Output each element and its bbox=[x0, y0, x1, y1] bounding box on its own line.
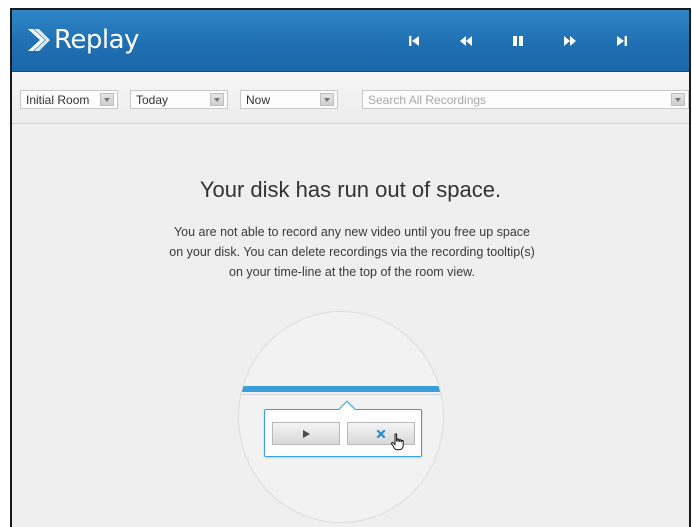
pause-button[interactable] bbox=[492, 28, 544, 54]
fast-forward-button[interactable] bbox=[544, 28, 596, 54]
chevron-down-icon bbox=[100, 93, 114, 106]
search-recordings bbox=[362, 90, 689, 109]
play-icon bbox=[303, 429, 310, 438]
pause-icon bbox=[513, 36, 523, 46]
room-select[interactable]: Initial Room bbox=[20, 90, 118, 109]
chevron-down-icon[interactable] bbox=[671, 93, 685, 106]
fast-forward-icon bbox=[564, 36, 576, 46]
time-select[interactable]: Now bbox=[240, 90, 338, 109]
chevron-down-icon bbox=[320, 93, 334, 106]
disk-full-message: You are not able to record any new video… bbox=[132, 222, 572, 282]
close-icon bbox=[376, 429, 386, 438]
room-select-value: Initial Room bbox=[26, 92, 90, 107]
search-input[interactable] bbox=[363, 91, 671, 108]
rewind-icon bbox=[460, 36, 472, 46]
date-select[interactable]: Today bbox=[130, 90, 228, 109]
app-header: Replay bbox=[12, 10, 689, 72]
app-window: Replay Initial Room Today Now Search All… bbox=[10, 8, 691, 527]
app-logo[interactable]: Replay bbox=[28, 23, 139, 57]
replay-logo-icon bbox=[28, 27, 50, 53]
chevron-down-icon bbox=[210, 93, 224, 106]
message-line: on your time-line at the top of the room… bbox=[229, 265, 475, 279]
page-title: Your disk has run out of space. bbox=[199, 177, 502, 202]
filter-toolbar: Initial Room Today Now bbox=[12, 72, 689, 124]
skip-back-button[interactable] bbox=[388, 28, 440, 54]
app-name: Replay bbox=[54, 25, 139, 55]
message-line: on your disk. You can delete recordings … bbox=[169, 245, 535, 259]
time-select-value: Now bbox=[246, 92, 271, 107]
playback-controls bbox=[388, 28, 648, 54]
play-recording-button bbox=[272, 422, 340, 445]
hand-pointer-icon bbox=[390, 433, 406, 456]
skip-back-icon bbox=[409, 36, 419, 46]
date-select-value: Today bbox=[136, 92, 169, 107]
skip-forward-button[interactable] bbox=[596, 28, 648, 54]
timeline-divider bbox=[239, 394, 443, 395]
message-line: You are not able to record any new video… bbox=[173, 225, 531, 239]
rewind-button[interactable] bbox=[440, 28, 492, 54]
skip-forward-icon bbox=[617, 36, 627, 46]
timeline-bar bbox=[239, 386, 443, 392]
